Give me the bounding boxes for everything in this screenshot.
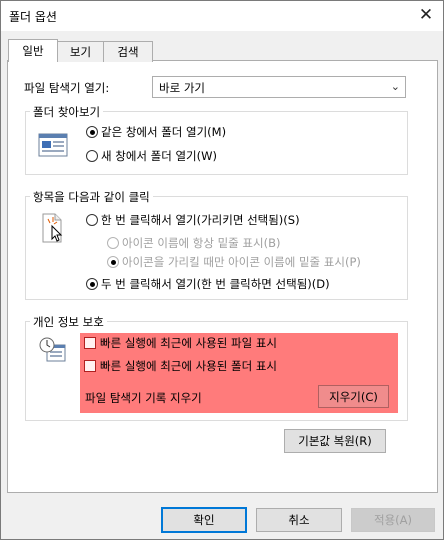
cancel-button[interactable]: 취소 — [256, 508, 342, 532]
double-click-label[interactable]: 두 번 클릭해서 열기(한 번 클릭하면 선택됨)(D) — [101, 276, 330, 292]
explorer-open-value: 바로 가기 — [159, 81, 205, 95]
radio-underline-point — [107, 256, 119, 268]
restore-defaults-button[interactable]: 기본값 복원(R) — [284, 429, 386, 453]
close-button[interactable]: ✕ — [412, 2, 440, 28]
chevron-down-icon: ⌄ — [390, 80, 400, 93]
explorer-open-label: 파일 탐색기 열기: — [24, 81, 110, 95]
title-bar — [1, 1, 443, 31]
browse-folders-group — [25, 111, 408, 175]
clear-history-button[interactable]: 지우기(C) — [318, 385, 389, 408]
privacy-title: 개인 정보 보호 — [30, 314, 107, 330]
radio-double-click[interactable] — [86, 278, 98, 290]
underline-always-label: 아이콘 이름에 항상 밑줄 표시(B) — [122, 236, 281, 250]
tab-search[interactable]: 검색 — [103, 41, 153, 62]
new-window-label[interactable]: 새 창에서 폴더 열기(W) — [101, 148, 217, 164]
cursor-hand-icon — [40, 212, 68, 246]
apply-button: 적용(A) — [351, 508, 435, 532]
active-tab-joint — [9, 60, 55, 62]
browse-folders-title: 폴더 찾아보기 — [30, 104, 104, 120]
radio-underline-always — [107, 237, 119, 249]
recent-files-label[interactable]: 빠른 실행에 최근에 사용된 파일 표시 — [100, 335, 277, 351]
radio-single-click[interactable] — [86, 214, 98, 226]
single-click-label[interactable]: 한 번 클릭해서 열기(가리키면 선택됨)(S) — [101, 212, 300, 228]
checkbox-recent-folders[interactable] — [84, 360, 96, 372]
tab-general[interactable]: 일반 — [8, 39, 58, 62]
window-title: 폴더 옵션 — [9, 10, 57, 24]
underline-point-label: 아이콘을 가리킬 때만 아이콘 이름에 밑줄 표시(P) — [122, 255, 361, 269]
clear-history-label: 파일 탐색기 기록 지우기 — [85, 391, 202, 405]
browse-folders-icon — [38, 133, 68, 157]
recent-folders-label[interactable]: 빠른 실행에 최근에 사용된 폴더 표시 — [100, 358, 277, 374]
checkbox-recent-files[interactable] — [84, 337, 96, 349]
privacy-clock-icon — [38, 336, 68, 364]
radio-new-window[interactable] — [86, 150, 98, 162]
explorer-open-dropdown[interactable]: 바로 가기 ⌄ — [152, 76, 406, 98]
tab-view[interactable]: 보기 — [57, 41, 104, 62]
click-items-title: 항목을 다음과 같이 클릭 — [30, 189, 153, 205]
radio-same-window[interactable] — [86, 126, 98, 138]
ok-button[interactable]: 확인 — [161, 507, 247, 533]
same-window-label[interactable]: 같은 창에서 폴더 열기(M) — [101, 124, 226, 140]
